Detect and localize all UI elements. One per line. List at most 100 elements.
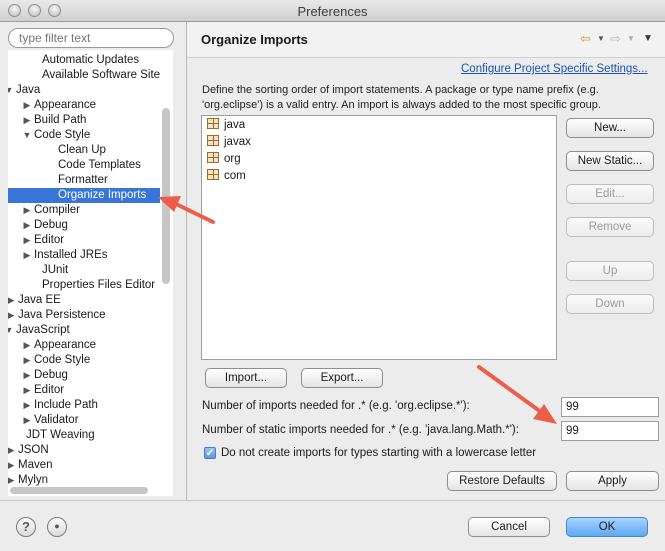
- package-name: org: [224, 153, 241, 165]
- chevron-right-icon[interactable]: ▶: [8, 293, 16, 308]
- chevron-right-icon[interactable]: ▶: [22, 398, 32, 413]
- tree-item-label: JavaScript: [16, 324, 70, 336]
- tree-item[interactable]: ▶ Validator: [8, 413, 160, 428]
- tree-item-label: Compiler: [34, 204, 81, 216]
- preference-tree[interactable]: Automatic Updates Available Software Site…: [8, 50, 173, 496]
- tree-item[interactable]: ▶ Editor: [8, 383, 160, 398]
- tree-item[interactable]: ▼ Code Style: [8, 128, 160, 143]
- tree-item[interactable]: Clean Up: [8, 143, 160, 158]
- configure-project-settings-link[interactable]: Configure Project Specific Settings...: [461, 63, 648, 75]
- package-icon: [207, 118, 219, 129]
- up-button[interactable]: Up: [566, 261, 654, 281]
- remove-button[interactable]: Remove: [566, 217, 654, 237]
- tree-item-label: Java Persistence: [18, 309, 106, 321]
- import-button[interactable]: Import...: [205, 368, 287, 388]
- title-bar: Preferences: [0, 0, 665, 22]
- imports-threshold-field[interactable]: [561, 397, 659, 417]
- apply-button[interactable]: Apply: [566, 471, 659, 491]
- pane-divider[interactable]: [186, 22, 187, 500]
- help-icon[interactable]: ?: [16, 517, 36, 537]
- tree-vertical-scrollbar[interactable]: [162, 108, 170, 284]
- chevron-right-icon[interactable]: ▶: [8, 443, 16, 458]
- list-item[interactable]: javax: [207, 134, 251, 150]
- chevron-right-icon[interactable]: ▶: [22, 248, 32, 263]
- tree-item[interactable]: ▶ Debug: [8, 368, 160, 383]
- chevron-down-icon[interactable]: ▼: [8, 323, 14, 338]
- tree-item[interactable]: Automatic Updates: [8, 53, 160, 68]
- tree-item[interactable]: JUnit: [8, 263, 160, 278]
- forward-arrow-icon[interactable]: ⇨: [610, 31, 621, 47]
- cancel-button[interactable]: Cancel: [468, 517, 550, 537]
- import-order-list[interactable]: java javax org com: [201, 115, 557, 360]
- chevron-right-icon[interactable]: ▶: [22, 98, 32, 113]
- window-title: Preferences: [297, 4, 368, 19]
- tree-item[interactable]: Formatter: [8, 173, 160, 188]
- tree-item[interactable]: ▶ Include Path: [8, 398, 160, 413]
- list-item[interactable]: java: [207, 117, 245, 133]
- page-header: Organize Imports ⇦ ▼ ⇨ ▼ ▼: [187, 22, 665, 58]
- chevron-right-icon[interactable]: ▶: [22, 383, 32, 398]
- chevron-right-icon[interactable]: ▶: [22, 203, 32, 218]
- tree-item[interactable]: ▶ Installed JREs: [8, 248, 160, 263]
- tree-item-label: Debug: [34, 369, 68, 381]
- tree-item[interactable]: ▶ Appearance: [8, 98, 160, 113]
- chevron-right-icon[interactable]: ▶: [22, 113, 32, 128]
- lowercase-types-checkbox[interactable]: ✓: [204, 447, 216, 459]
- chevron-down-icon[interactable]: ▼: [8, 83, 14, 98]
- tree-item[interactable]: ▶ Java EE: [8, 293, 160, 308]
- back-arrow-icon[interactable]: ⇦: [580, 31, 591, 47]
- footer-separator: [0, 500, 665, 501]
- chevron-right-icon[interactable]: ▶: [22, 218, 32, 233]
- tree-item-label: Editor: [34, 234, 65, 246]
- tree-item[interactable]: JDT Weaving: [8, 428, 160, 443]
- tree-item[interactable]: ▼ Java: [8, 83, 160, 98]
- chevron-right-icon[interactable]: ▶: [8, 458, 16, 473]
- tree-item[interactable]: ▶ Editor: [8, 233, 160, 248]
- tree-item[interactable]: ▶ Debug: [8, 218, 160, 233]
- tree-item[interactable]: ▶ Mylyn: [8, 473, 160, 488]
- back-history-dropdown-icon[interactable]: ▼: [597, 34, 605, 43]
- tree-item[interactable]: ▶ JSON: [8, 443, 160, 458]
- chevron-right-icon[interactable]: ▶: [22, 413, 32, 428]
- export-button[interactable]: Export...: [301, 368, 383, 388]
- chevron-right-icon[interactable]: ▶: [22, 368, 32, 383]
- tree-item[interactable]: Organize Imports: [8, 188, 160, 203]
- chevron-right-icon[interactable]: ▶: [22, 338, 32, 353]
- chevron-right-icon[interactable]: ▶: [8, 308, 16, 323]
- imports-threshold-label: Number of imports needed for .* (e.g. 'o…: [202, 400, 470, 412]
- static-imports-threshold-field[interactable]: [561, 421, 659, 441]
- filter-input[interactable]: [8, 28, 174, 48]
- tree-item-label: Installed JREs: [34, 249, 108, 261]
- new-static-button[interactable]: New Static...: [566, 151, 654, 171]
- list-item[interactable]: org: [207, 151, 241, 167]
- view-menu-icon[interactable]: ▼: [643, 33, 653, 44]
- restore-defaults-button[interactable]: Restore Defaults: [447, 471, 557, 491]
- edit-button[interactable]: Edit...: [566, 184, 654, 204]
- tree-item[interactable]: ▼ JavaScript: [8, 323, 160, 338]
- chevron-right-icon[interactable]: ▶: [22, 233, 32, 248]
- tree-item[interactable]: Properties Files Editor: [8, 278, 160, 293]
- tree-item[interactable]: ▶ Appearance: [8, 338, 160, 353]
- page-title: Organize Imports: [201, 32, 308, 47]
- tree-item[interactable]: ▶ Java Persistence: [8, 308, 160, 323]
- tree-item[interactable]: Code Templates: [8, 158, 160, 173]
- tree-item[interactable]: Available Software Sites: [8, 68, 160, 83]
- list-item[interactable]: com: [207, 168, 246, 184]
- tree-horizontal-scrollbar[interactable]: [10, 487, 148, 494]
- tree-item[interactable]: ▶ Maven: [8, 458, 160, 473]
- import-preferences-icon[interactable]: ●: [47, 517, 67, 537]
- package-icon: [207, 152, 219, 163]
- tree-item[interactable]: ▶ Code Style: [8, 353, 160, 368]
- chevron-right-icon[interactable]: ▶: [8, 473, 16, 488]
- new-button[interactable]: New...: [566, 118, 654, 138]
- tree-item-label: Formatter: [58, 174, 108, 186]
- chevron-right-icon[interactable]: ▶: [22, 353, 32, 368]
- chevron-down-icon[interactable]: ▼: [22, 128, 32, 143]
- tree-item-label: Code Templates: [58, 159, 141, 171]
- tree-item[interactable]: ▶ Compiler: [8, 203, 160, 218]
- package-name: javax: [224, 136, 251, 148]
- down-button[interactable]: Down: [566, 294, 654, 314]
- forward-history-dropdown-icon[interactable]: ▼: [627, 34, 635, 43]
- ok-button[interactable]: OK: [566, 517, 648, 537]
- tree-item[interactable]: ▶ Build Path: [8, 113, 160, 128]
